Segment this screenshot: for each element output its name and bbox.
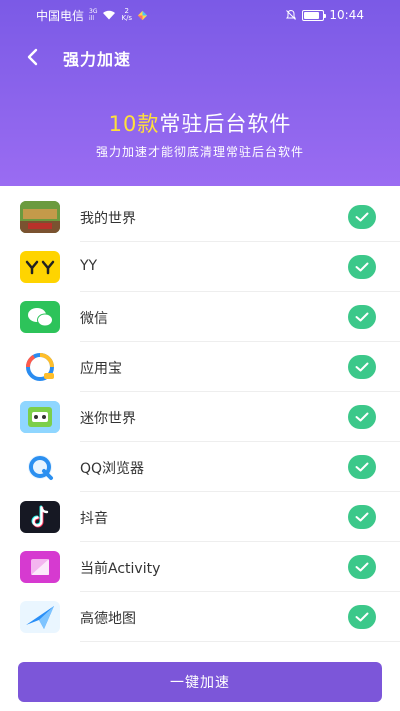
mute-bell-icon (286, 9, 297, 20)
app-name: 高德地图 (80, 611, 136, 627)
carrier-label: 中国电信 (36, 8, 85, 23)
list-item[interactable]: 当前Activity (0, 542, 400, 592)
app-name: 迷你世界 (80, 411, 136, 427)
app-notification-icon (138, 10, 148, 20)
check-icon[interactable] (348, 205, 376, 229)
wechat-icon (20, 301, 60, 333)
one-click-speedup-button[interactable]: 一键加速 (18, 662, 382, 702)
subline: 强力加速才能彻底清理常驻后台软件 (95, 145, 304, 159)
header-banner: 中国电信 3G ill 2 K/s 10:44 强力加速 10款常驻后台软件 强… (0, 0, 400, 186)
app-list: 我的世界 YY 微信 应用宝 迷你世界 QQ浏览器 抖音 当前Activity … (0, 192, 400, 642)
app-name: 应用宝 (80, 361, 122, 377)
current-activity-icon (20, 551, 60, 583)
check-icon[interactable] (348, 305, 376, 329)
headline: 10款常驻后台软件 (0, 108, 400, 138)
list-item[interactable]: 微信 (0, 292, 400, 342)
mini-world-icon (20, 401, 60, 433)
amap-icon (20, 601, 60, 633)
wifi-icon (103, 10, 116, 20)
check-icon[interactable] (348, 455, 376, 479)
network-type-label: 3G ill (89, 8, 98, 22)
headline-text: 常驻后台软件 (159, 112, 292, 136)
qq-browser-icon (20, 451, 60, 483)
app-name: YY (80, 258, 98, 274)
app-name: 微信 (80, 311, 108, 327)
status-bar: 中国电信 3G ill 2 K/s 10:44 (0, 0, 400, 30)
list-item[interactable]: 抖音 (0, 492, 400, 542)
check-icon[interactable] (348, 605, 376, 629)
check-icon[interactable] (348, 355, 376, 379)
app-name: 当前Activity (80, 561, 161, 577)
list-item[interactable]: 迷你世界 (0, 392, 400, 442)
app-name: QQ浏览器 (80, 461, 145, 477)
list-item[interactable]: 应用宝 (0, 342, 400, 392)
app-name: 我的世界 (80, 211, 136, 227)
app-name: 抖音 (80, 511, 108, 527)
list-item[interactable]: 高德地图 (0, 592, 400, 642)
battery-icon (302, 9, 327, 21)
douyin-icon (20, 501, 60, 533)
list-item[interactable]: 我的世界 (0, 192, 400, 242)
list-item[interactable]: YY (0, 242, 400, 292)
clock: 10:44 (329, 8, 364, 22)
title-bar: 强力加速 (0, 38, 400, 74)
back-arrow-icon[interactable] (22, 46, 44, 68)
minecraft-icon (20, 201, 60, 233)
status-right: 10:44 (285, 8, 364, 22)
check-icon[interactable] (348, 555, 376, 579)
network-speed: 2 K/s (121, 7, 133, 22)
page-title: 强力加速 (63, 50, 132, 69)
yingyongbao-icon (20, 351, 60, 383)
yy-icon (20, 251, 60, 283)
check-icon[interactable] (348, 505, 376, 529)
status-left: 中国电信 3G ill 2 K/s (36, 7, 148, 24)
headline-count: 10款 (108, 112, 160, 136)
check-icon[interactable] (348, 255, 376, 279)
list-item[interactable]: QQ浏览器 (0, 442, 400, 492)
check-icon[interactable] (348, 405, 376, 429)
footer: 一键加速 (0, 650, 400, 711)
